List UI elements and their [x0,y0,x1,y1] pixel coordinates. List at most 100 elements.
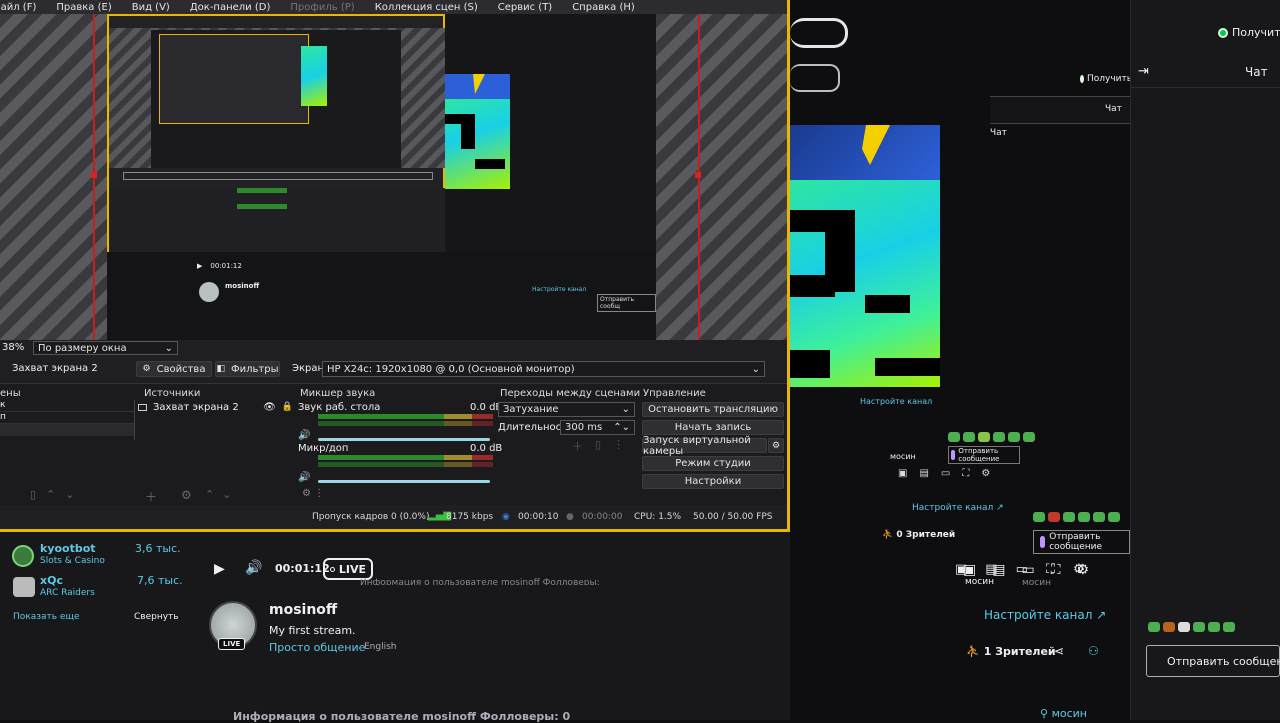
live-indicator[interactable]: LIVE [323,558,373,580]
scenes-list[interactable]: к п [0,400,135,440]
preview-emotes [948,432,1038,445]
check-icon [1218,27,1228,38]
menu-help[interactable]: Справка (H) [572,2,635,13]
channel-viewers-xqc: 7,6 тыс. [137,574,183,587]
virtual-camera-settings-icon[interactable]: ⚙ [768,438,784,453]
menu-view[interactable]: Вид (V) [132,2,170,13]
collapse-chat-icon[interactable]: ⇥ [1138,64,1149,79]
channel-avatar-kyootbot[interactable] [12,545,34,567]
language-tag[interactable]: English [364,642,397,652]
viewers-icon: ⛹ [966,645,980,658]
chat-title: Чат [1245,65,1268,79]
stop-streaming-button[interactable]: Остановить трансляцию [642,402,784,417]
player-settings-controls[interactable]: ▣ ▤ ▭ ⛶ ⚙ [963,562,1089,578]
menu-scene-collection[interactable]: Коллекция сцен (S) [375,2,478,13]
captured-screen: ▶ 00:01:12 mosinoff Настройте канал Отпра… [107,14,656,340]
add-friend-icon[interactable]: ⚇ [1088,644,1099,658]
obs-window: Файл (F) Правка (E) Вид (V) Док-панели (… [0,0,790,532]
canvas-hatch-right [656,14,787,340]
mixer-desktop-slider[interactable] [318,438,490,441]
channel-name-kyootbot[interactable]: kyootbot [40,542,96,555]
filters-button[interactable]: ◧ Фильтры [215,361,280,377]
send-message-input[interactable]: Отправить сообщение [1146,645,1280,677]
menu-tools[interactable]: Сервис (T) [498,2,552,13]
preview-setup-link: Настройте канал [860,397,933,406]
mixer-mic-meter-2 [318,462,493,467]
screen-select[interactable]: HP X24c: 1920x1080 @ 0,0 (Основной монит… [322,361,765,377]
setup-channel-link[interactable]: Настройте канал ↗ [984,608,1106,622]
clip-icon: ▣ [963,562,977,578]
sources-toolbar[interactable]: ＋ ⚙ [145,488,192,505]
play-icon[interactable]: ▶ [214,561,225,577]
preview-emotes-2 [1033,512,1123,525]
volume-icon[interactable]: 🔊 [245,560,262,576]
rec-time: 00:00:00 [582,512,623,522]
resize-handle[interactable] [91,172,97,178]
obs-statusbar: Пропуск кадров 0 (0.0%) ▂▄▆ 8175 kbps ◉ … [0,508,787,528]
mixer-mic-speaker-icon[interactable]: 🔊 [298,472,310,483]
live-time: 00:00:10 [518,512,559,522]
collapse-link[interactable]: Свернуть [134,612,179,622]
virtual-camera-button[interactable]: Запуск виртуальной камеры [642,435,767,457]
channel-name[interactable]: mosinoff [269,602,337,618]
preview-frame-edge [790,64,840,92]
show-more-link[interactable]: Показать еще [13,612,80,622]
menu-docks[interactable]: Док-панели (D) [190,2,271,13]
share-icon[interactable]: ⋖ [1054,644,1064,658]
properties-button[interactable]: ⚙ Свойства [136,361,212,377]
source-settings-icon: ⚙ [181,488,192,502]
mixer-panel-title: Микшер звука [300,388,376,399]
theatre-icon: ▤ [992,562,1006,578]
settings-button[interactable]: Настройки [642,474,784,489]
menu-profile[interactable]: Профиль (P) [290,2,354,13]
nested-pixel-art [445,74,510,189]
mixer-mic-slider[interactable] [318,480,490,483]
fullscreen-icon: ⛶ [1050,562,1061,578]
mixer-mic-meter [318,455,493,460]
preview-get-button: Получить [1080,72,1132,86]
nested-player: ▶ 00:01:12 [197,262,242,270]
channel-avatar-xqc[interactable] [13,577,35,597]
stream-pixel-art [790,125,940,387]
studio-mode-button[interactable]: Режим студии [642,456,784,471]
lock-icon[interactable]: 🔒 [282,402,293,412]
gear-icon: ⚙ [1076,562,1090,578]
chat-emotes [1148,622,1238,635]
scenes-toolbar[interactable]: ▯ ⌃ ⌄ [30,488,75,501]
source-list-item[interactable]: Захват экрана 2 👁 🔒 [138,400,293,414]
mini-icon: ▭ [1021,562,1035,578]
about-section: Информация о пользователе mosinoff Фолло… [233,710,571,723]
transition-toolbar[interactable]: ＋ ▯ ⋮ [572,438,624,454]
menu-file[interactable]: Файл (F) [0,2,36,13]
send-message-placeholder: Отправить сообщение [1167,654,1280,668]
scenes-panel-title: ены [0,388,21,399]
about-peek-top: Информация о пользователе mosinoff Фолло… [360,578,600,585]
channel-game-kyootbot: Slots & Casino [40,556,105,566]
visibility-eye-icon[interactable]: 👁 [263,402,276,413]
cpu-usage: CPU: 1.5% [634,512,682,522]
duration-input[interactable]: 300 ms ⌃⌄ [560,420,635,435]
sources-order[interactable]: ⌃ ⌄ [205,488,231,501]
mixer-desktop-meter-2 [318,421,493,426]
get-button[interactable]: Получить [1218,26,1280,39]
mixer-settings-icon[interactable]: ⚙ ⋮ [302,488,324,499]
menu-edit[interactable]: Правка (E) [56,2,111,13]
viewer-count: ⛹ 1 Зрителей [966,645,1056,658]
preview-user: мосин [965,577,994,587]
transition-select[interactable]: Затухание ⌄ [498,402,635,417]
zoom-mode-select[interactable]: По размеру окна ⌄ [33,341,178,355]
category-link[interactable]: Просто общение [269,641,365,654]
mixer-desktop-speaker-icon[interactable]: 🔊 [298,430,310,441]
screen-label: Экран [292,363,325,374]
sources-panel-title: Источники [144,388,201,399]
transitions-panel-title: Переходы между сценами [500,388,641,399]
resize-handle[interactable] [695,172,701,178]
preview-send-box-2: Отправить сообщение [1033,530,1130,554]
channel-name-xqc[interactable]: xQc [40,574,63,587]
preview-player-icons: ▣ ▤ ▭ ⛶ ⚙ [898,468,991,479]
bitrate: 8175 kbps [446,512,494,522]
start-recording-button[interactable]: Начать запись [642,420,784,435]
channel-viewers-kyootbot: 3,6 тыс. [135,542,181,555]
footer-user[interactable]: ⚲ мосин [1040,707,1087,720]
dropped-frames: Пропуск кадров 0 (0.0%) [312,512,430,522]
